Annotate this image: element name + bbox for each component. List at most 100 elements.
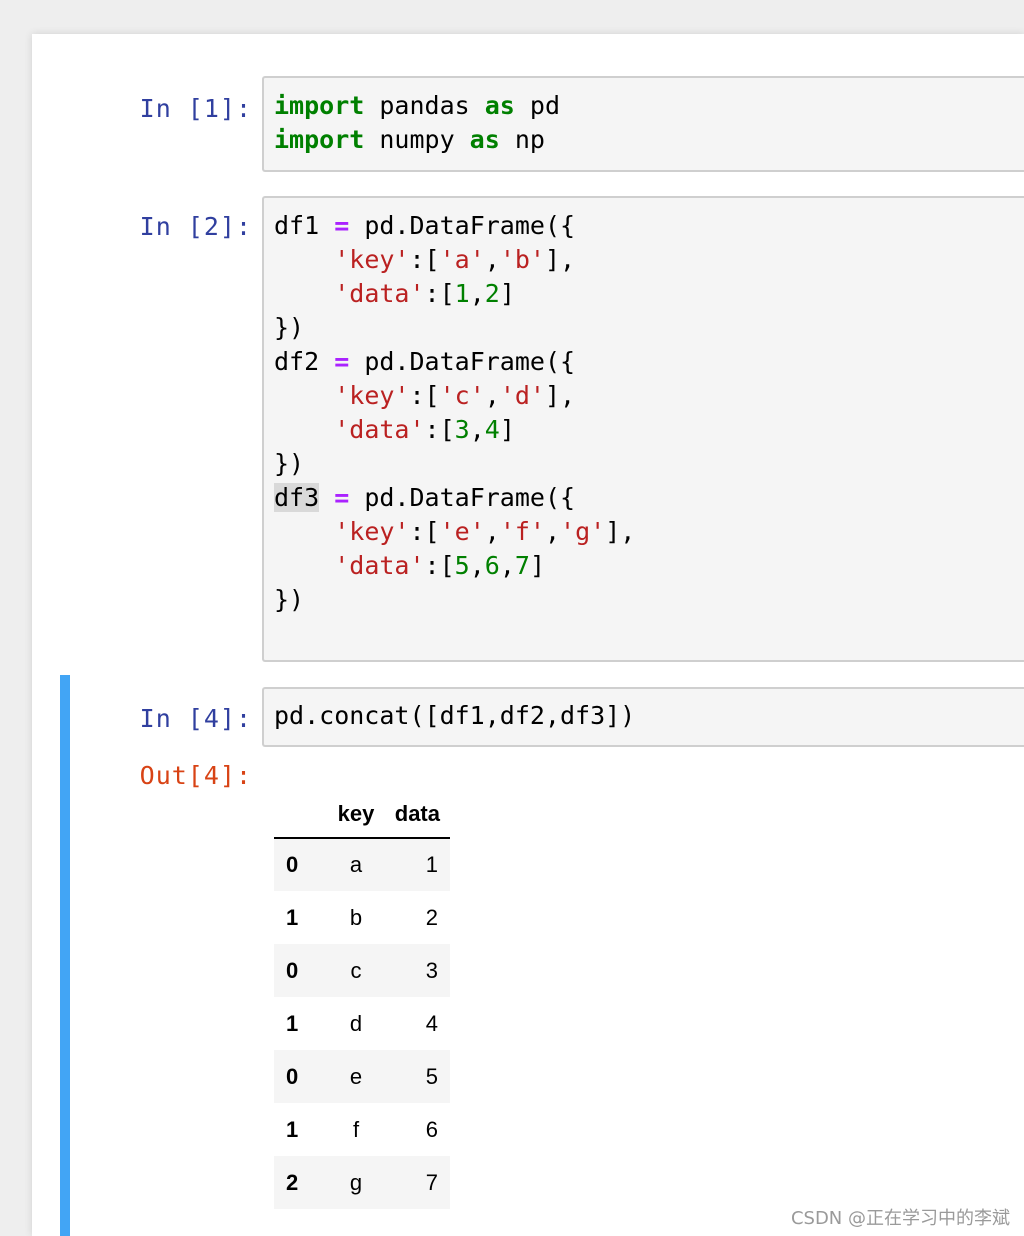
operator-token: = bbox=[334, 483, 350, 512]
code-token: , bbox=[469, 279, 485, 308]
cell-key: d bbox=[349, 1010, 363, 1036]
code-token: , bbox=[484, 517, 500, 546]
keyword-token: as bbox=[484, 91, 515, 120]
input-prompt: In [1]: bbox=[139, 94, 252, 123]
string-token: 'd' bbox=[499, 381, 545, 410]
string-token: 'data' bbox=[334, 415, 425, 444]
code-token: pandas bbox=[364, 91, 485, 120]
notebook-container: In [1]: import pandas as pd import numpy … bbox=[32, 34, 1024, 1236]
string-token: 'c' bbox=[439, 381, 485, 410]
operator-token: = bbox=[334, 347, 350, 376]
row-index: 1 bbox=[286, 904, 299, 930]
string-token: 'b' bbox=[499, 245, 545, 274]
code-line: 'data':[5,6,7] bbox=[274, 549, 1024, 583]
number-token: 6 bbox=[484, 551, 500, 580]
string-token: 'key' bbox=[334, 245, 410, 274]
code-token: pd.DataFrame({ bbox=[349, 347, 576, 376]
code-token: , bbox=[469, 415, 485, 444]
code-token: , bbox=[499, 551, 515, 580]
string-token: 'e' bbox=[439, 517, 485, 546]
highlighted-token: df3 bbox=[274, 483, 320, 512]
table-row: 0 a 1 bbox=[274, 838, 450, 891]
row-index: 2 bbox=[286, 1169, 299, 1195]
row-index: 0 bbox=[286, 1063, 299, 1089]
table-row: 2 g 7 bbox=[274, 1156, 450, 1209]
number-token: 5 bbox=[454, 551, 470, 580]
code-token: numpy bbox=[364, 125, 470, 154]
number-token: 2 bbox=[484, 279, 500, 308]
code-cell-3[interactable]: In [4]: pd.concat([df1,df2,df3]) Out[4]: bbox=[32, 675, 1024, 1236]
string-token: 'key' bbox=[334, 381, 410, 410]
code-token: :[ bbox=[409, 245, 440, 274]
code-token: pd.DataFrame({ bbox=[349, 211, 576, 240]
string-token: 'data' bbox=[334, 551, 425, 580]
cell-key: c bbox=[350, 957, 362, 983]
number-token: 7 bbox=[514, 551, 530, 580]
cell-data: 7 bbox=[425, 1169, 438, 1195]
dataframe-output-table: key data 0 a 1 1 b 2 0 c 3 1 d 4 0 e 5 1… bbox=[274, 790, 450, 1209]
code-editor[interactable]: df1 = pd.DataFrame({ 'key':['a','b'], 'd… bbox=[264, 198, 1024, 617]
code-line: pd.concat([df1,df2,df3]) bbox=[274, 699, 1024, 733]
code-token: , bbox=[484, 245, 500, 274]
code-cell-1[interactable]: In [1]: import pandas as pd import numpy … bbox=[32, 76, 1024, 172]
number-token: 3 bbox=[454, 415, 470, 444]
row-index: 0 bbox=[286, 852, 299, 877]
code-token: ] bbox=[499, 279, 515, 308]
cell-data: 5 bbox=[425, 1063, 438, 1089]
code-line: 'data':[3,4] bbox=[274, 413, 1024, 447]
code-cell-2[interactable]: In [2]: df1 = pd.DataFrame({ 'key':['a',… bbox=[32, 196, 1024, 662]
code-token: :[ bbox=[424, 551, 455, 580]
column-header: data bbox=[388, 790, 450, 839]
code-input-area[interactable]: df1 = pd.DataFrame({ 'key':['a','b'], 'd… bbox=[262, 196, 1024, 662]
string-token: 'a' bbox=[439, 245, 485, 274]
string-token: 'g' bbox=[560, 517, 606, 546]
keyword-token: import bbox=[274, 91, 365, 120]
code-token: :[ bbox=[409, 517, 440, 546]
code-line: }) bbox=[274, 447, 1024, 481]
cell-data: 2 bbox=[425, 904, 438, 930]
code-token: }) bbox=[274, 449, 305, 478]
cell-key: g bbox=[349, 1169, 363, 1195]
table-row: 0 c 3 bbox=[274, 944, 450, 997]
input-prompt: In [4]: bbox=[139, 704, 252, 733]
code-token: }) bbox=[274, 313, 305, 342]
code-line: import numpy as np bbox=[274, 123, 1024, 157]
code-editor[interactable]: pd.concat([df1,df2,df3]) bbox=[264, 689, 1024, 733]
code-token: :[ bbox=[424, 279, 455, 308]
cell-key: e bbox=[349, 1063, 363, 1089]
row-index: 1 bbox=[286, 1116, 299, 1142]
code-token: ], bbox=[544, 245, 576, 274]
code-editor[interactable]: import pandas as pd import numpy as np bbox=[264, 78, 1024, 157]
cell-data: 3 bbox=[425, 957, 438, 983]
string-token: 'data' bbox=[334, 279, 425, 308]
code-token: }) bbox=[274, 585, 305, 614]
code-input-area[interactable]: import pandas as pd import numpy as np bbox=[262, 76, 1024, 172]
code-token: ] bbox=[529, 551, 546, 580]
code-line: import pandas as pd bbox=[274, 89, 1024, 123]
string-token: 'f' bbox=[499, 517, 545, 546]
keyword-token: as bbox=[469, 125, 500, 154]
code-line: 'data':[1,2] bbox=[274, 277, 1024, 311]
code-line: }) bbox=[274, 311, 1024, 345]
table-header-row: key data bbox=[274, 790, 450, 839]
code-line: df2 = pd.DataFrame({ bbox=[274, 345, 1024, 379]
cell-data: 4 bbox=[425, 1010, 438, 1036]
code-line: 'key':['c','d'], bbox=[274, 379, 1024, 413]
table-row: 1 f 6 bbox=[274, 1103, 450, 1156]
index-header bbox=[274, 790, 324, 839]
table-row: 1 d 4 bbox=[274, 997, 450, 1050]
row-index: 0 bbox=[286, 957, 299, 983]
string-token: 'key' bbox=[334, 517, 410, 546]
code-token: ], bbox=[544, 381, 576, 410]
number-token: 4 bbox=[484, 415, 500, 444]
cell-key: b bbox=[349, 904, 363, 930]
number-token: 1 bbox=[454, 279, 470, 308]
watermark: CSDN @正在学习中的李斌 bbox=[790, 1208, 1010, 1229]
code-input-area[interactable]: pd.concat([df1,df2,df3]) bbox=[262, 687, 1024, 747]
